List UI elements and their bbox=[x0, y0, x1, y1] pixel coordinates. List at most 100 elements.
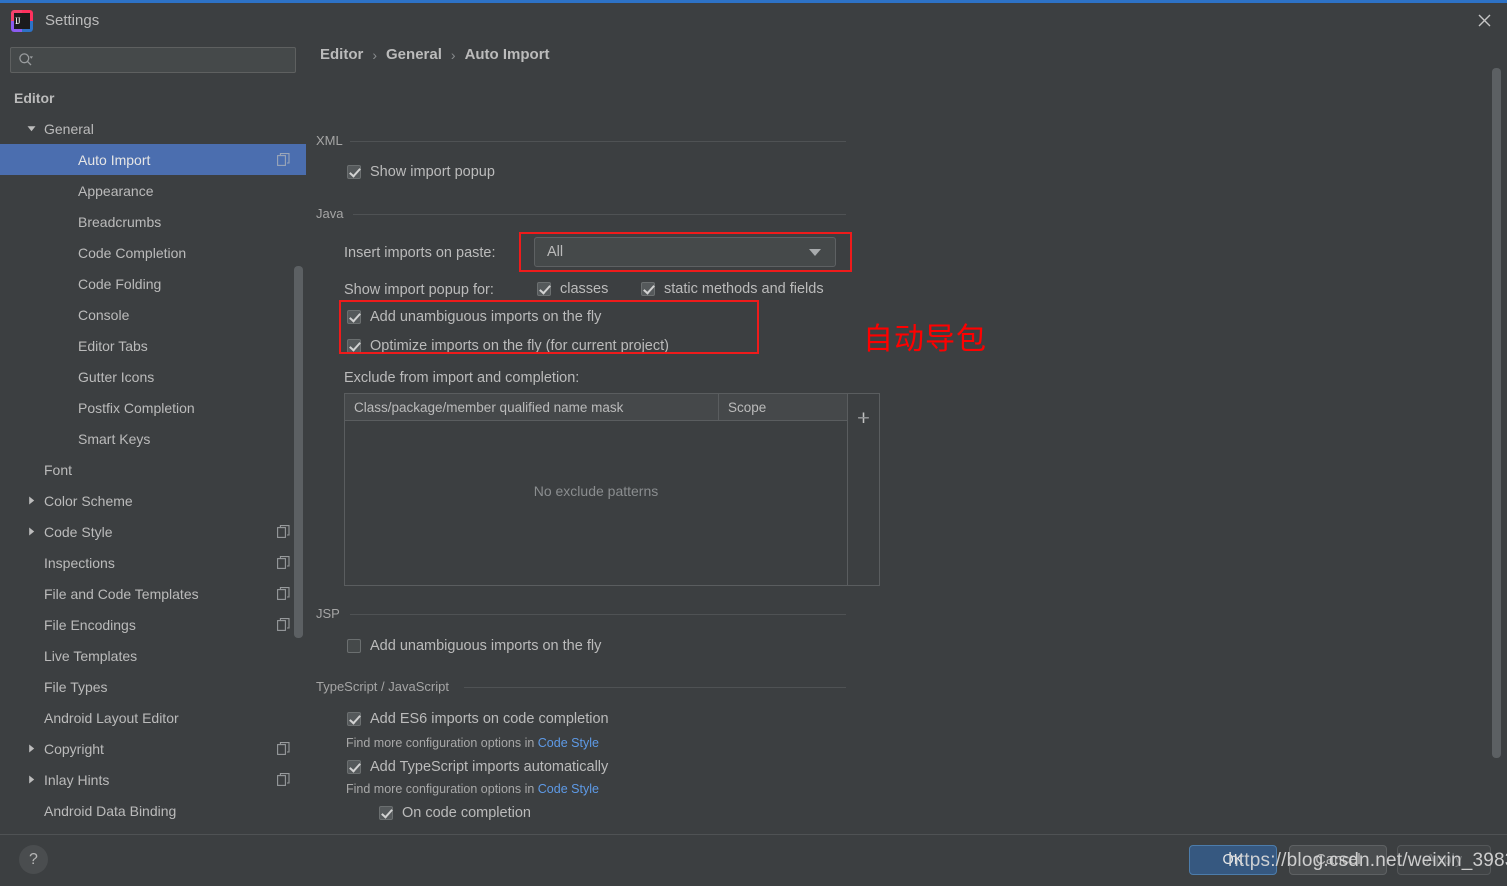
chevron-right-icon[interactable] bbox=[24, 742, 38, 756]
checkbox-box[interactable] bbox=[347, 165, 361, 179]
checkbox-optimize-imports-on-the-fly[interactable]: Optimize imports on the fly (for current… bbox=[347, 338, 669, 354]
copy-settings-icon[interactable] bbox=[277, 587, 290, 600]
hint-text: Find more configuration options in bbox=[346, 782, 538, 796]
sidebar-item-breadcrumbs[interactable]: Breadcrumbs bbox=[0, 206, 306, 237]
section-title-java: Java bbox=[316, 206, 351, 221]
search-box[interactable] bbox=[10, 47, 296, 73]
copy-settings-icon[interactable] bbox=[277, 525, 290, 538]
checkbox-box[interactable] bbox=[347, 339, 361, 353]
breadcrumb-separator: › bbox=[372, 46, 378, 63]
checkbox-add-typescript-imports[interactable]: Add TypeScript imports automatically bbox=[347, 759, 608, 775]
checkbox-box[interactable] bbox=[537, 282, 551, 296]
copy-settings-icon[interactable] bbox=[277, 153, 290, 166]
section-rule-xml bbox=[350, 141, 846, 142]
remove-exclude-pattern-button[interactable]: − bbox=[848, 404, 880, 434]
insert-imports-on-paste-select[interactable]: All bbox=[534, 237, 836, 267]
checkbox-box[interactable] bbox=[379, 806, 393, 820]
sidebar-scrollbar-thumb[interactable] bbox=[294, 266, 303, 638]
checkbox-add-unambiguous-imports-jsp[interactable]: Add unambiguous imports on the fly bbox=[347, 638, 601, 654]
sidebar-item-label: Android Layout Editor bbox=[44, 709, 179, 726]
checkbox-label: On code completion bbox=[402, 805, 531, 821]
sidebar-item-postfix-completion[interactable]: Postfix Completion bbox=[0, 392, 306, 423]
label-show-import-popup-for: Show import popup for: bbox=[344, 282, 494, 298]
copy-settings-icon[interactable] bbox=[277, 556, 290, 569]
checkbox-box[interactable] bbox=[347, 712, 361, 726]
table-column-header-scope[interactable]: Scope bbox=[719, 394, 847, 420]
sidebar-item-label: File Types bbox=[44, 678, 108, 695]
checkbox-box[interactable] bbox=[347, 760, 361, 774]
checkbox-on-code-completion[interactable]: On code completion bbox=[379, 805, 531, 821]
main-scrollbar-thumb[interactable] bbox=[1492, 68, 1501, 758]
sidebar-item-android-data-binding[interactable]: Android Data Binding bbox=[0, 795, 306, 826]
close-icon[interactable] bbox=[1461, 3, 1507, 38]
sidebar-item-console[interactable]: Console bbox=[0, 299, 306, 330]
checkbox-label: classes bbox=[560, 281, 609, 297]
sidebar-item-font[interactable]: Font bbox=[0, 454, 306, 485]
sidebar-item-general[interactable]: General bbox=[0, 113, 306, 144]
sidebar-item-code-style[interactable]: Code Style bbox=[0, 516, 306, 547]
search-input[interactable] bbox=[34, 52, 295, 68]
link-code-style[interactable]: Code Style bbox=[538, 782, 599, 796]
sidebar-item-gutter-icons[interactable]: Gutter Icons bbox=[0, 361, 306, 392]
ok-button[interactable]: OK bbox=[1189, 845, 1277, 875]
checkbox-add-es6-imports[interactable]: Add ES6 imports on code completion bbox=[347, 711, 609, 727]
cancel-button[interactable]: Cancel bbox=[1289, 845, 1387, 875]
hint-code-style-typescript: Find more configuration options in Code … bbox=[346, 782, 599, 796]
sidebar-item-copyright[interactable]: Copyright bbox=[0, 733, 306, 764]
checkbox-classes[interactable]: classes bbox=[537, 281, 608, 297]
sidebar-item-inspections[interactable]: Inspections bbox=[0, 547, 306, 578]
sidebar-item-file-and-code-templates[interactable]: File and Code Templates bbox=[0, 578, 306, 609]
title-bar: IJ Settings bbox=[0, 3, 1507, 38]
settings-tree: Editor General Auto Import Appearance Breadc… bbox=[0, 82, 306, 834]
sidebar-item-file-types[interactable]: File Types bbox=[0, 671, 306, 702]
sidebar-item-color-scheme[interactable]: Color Scheme bbox=[0, 485, 306, 516]
checkbox-show-import-popup-xml[interactable]: Show import popup bbox=[347, 164, 495, 180]
sidebar-item-label: Appearance bbox=[78, 182, 154, 199]
sidebar-item-editor-tabs[interactable]: Editor Tabs bbox=[0, 330, 306, 361]
sidebar-item-live-templates[interactable]: Live Templates bbox=[0, 640, 306, 671]
breadcrumb-item-1[interactable]: General bbox=[386, 46, 442, 63]
chevron-down-icon bbox=[809, 248, 821, 256]
breadcrumb: Editor › General › Auto Import bbox=[320, 46, 550, 63]
label-exclude-from-import: Exclude from import and completion: bbox=[344, 370, 580, 386]
sidebar-item-inlay-hints[interactable]: Inlay Hints bbox=[0, 764, 306, 795]
checkbox-label: Add TypeScript imports automatically bbox=[370, 759, 609, 775]
table-column-header-mask[interactable]: Class/package/member qualified name mask bbox=[345, 394, 719, 420]
main-scrollbar[interactable] bbox=[1492, 68, 1501, 788]
sidebar-item-code-folding[interactable]: Code Folding bbox=[0, 268, 306, 299]
checkbox-add-unambiguous-imports-java[interactable]: Add unambiguous imports on the fly bbox=[347, 309, 601, 325]
apply-button[interactable]: Apply bbox=[1397, 845, 1491, 875]
section-title-jsp: JSP bbox=[316, 606, 347, 621]
copy-settings-icon[interactable] bbox=[277, 742, 290, 755]
chevron-right-icon[interactable] bbox=[24, 494, 38, 508]
checkbox-static-methods-and-fields[interactable]: static methods and fields bbox=[641, 281, 824, 297]
chevron-right-icon[interactable] bbox=[24, 525, 38, 539]
chevron-down-icon[interactable] bbox=[24, 122, 38, 136]
sidebar-item-appearance[interactable]: Appearance bbox=[0, 175, 306, 206]
sidebar-item-editor[interactable]: Editor bbox=[0, 82, 306, 113]
sidebar-item-file-encodings[interactable]: File Encodings bbox=[0, 609, 306, 640]
table-empty-state: No exclude patterns bbox=[533, 483, 659, 499]
checkbox-box[interactable] bbox=[641, 282, 655, 296]
chevron-right-icon[interactable] bbox=[24, 773, 38, 787]
copy-settings-icon[interactable] bbox=[277, 773, 290, 786]
copy-settings-icon[interactable] bbox=[277, 618, 290, 631]
help-button[interactable]: ? bbox=[19, 845, 48, 874]
sidebar-item-label: Code Completion bbox=[78, 244, 187, 261]
link-code-style[interactable]: Code Style bbox=[538, 736, 599, 750]
annotation-chinese-note: 自动导包 bbox=[863, 322, 987, 357]
sidebar-item-auto-import[interactable]: Auto Import bbox=[0, 144, 306, 175]
section-rule-jsp bbox=[350, 614, 846, 615]
sidebar-item-code-completion[interactable]: Code Completion bbox=[0, 237, 306, 268]
label-insert-imports-on-paste: Insert imports on paste: bbox=[344, 245, 496, 261]
sidebar-item-label: Inlay Hints bbox=[44, 771, 110, 788]
sidebar-item-android-layout-editor[interactable]: Android Layout Editor bbox=[0, 702, 306, 733]
breadcrumb-item-0[interactable]: Editor bbox=[320, 46, 363, 63]
checkbox-box[interactable] bbox=[347, 310, 361, 324]
sidebar-item-smart-keys[interactable]: Smart Keys bbox=[0, 423, 306, 454]
sidebar-scrollbar[interactable] bbox=[294, 266, 303, 638]
checkbox-box[interactable] bbox=[347, 639, 361, 653]
